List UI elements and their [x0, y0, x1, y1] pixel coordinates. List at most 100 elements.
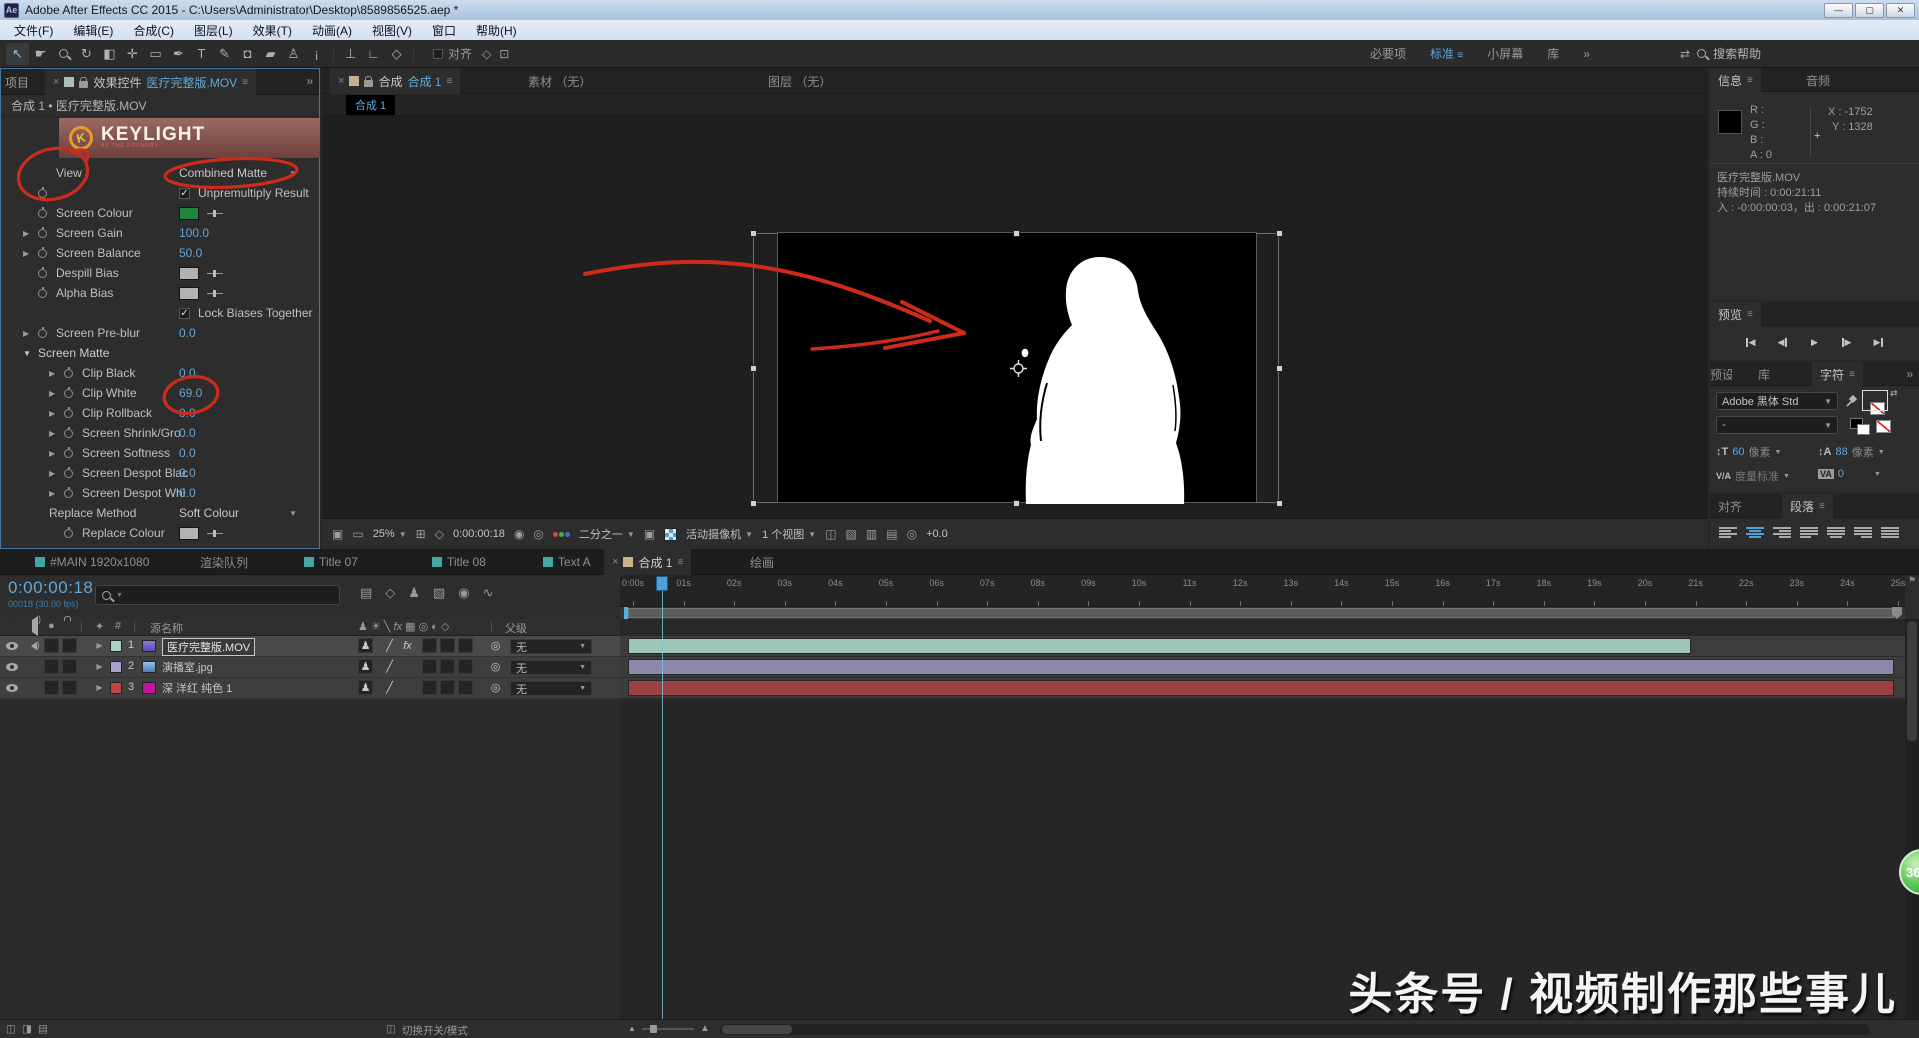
stopwatch-icon[interactable]	[38, 189, 56, 198]
expander-icon[interactable]: ▶	[49, 429, 64, 438]
last-frame-button[interactable]: ▶	[1867, 334, 1891, 350]
layer-fx-toggle[interactable]	[400, 680, 415, 695]
property-dropdown[interactable]: Combined Matte▼	[179, 166, 297, 180]
layer-shy-toggle[interactable]: ♟	[358, 659, 373, 674]
next-frame-button[interactable]: ▶	[1835, 334, 1859, 350]
roi-icon[interactable]: ▣	[644, 527, 655, 541]
source-name-column[interactable]: 源名称	[150, 620, 183, 636]
parent-select[interactable]: 无▼	[510, 660, 592, 675]
tab-overflow-icon[interactable]: »	[1906, 367, 1913, 381]
tab-align[interactable]: 对齐	[1710, 494, 1750, 518]
parent-pickwhip-icon[interactable]: ◎	[488, 638, 503, 653]
search-help-label[interactable]: 搜索帮助	[1713, 45, 1761, 62]
effect-row[interactable]: Replace MethodSoft Colour▼	[1, 503, 319, 523]
effect-row[interactable]: Alpha Bias	[1, 283, 319, 303]
viewer-zoom-select[interactable]: 25%▼	[373, 528, 407, 540]
effect-row[interactable]: Replace Colour	[1, 523, 319, 543]
parent-pickwhip-icon[interactable]: ◎	[488, 680, 503, 695]
workspace-必要项[interactable]: 必要项	[1360, 45, 1416, 62]
layer-solo-toggle[interactable]	[44, 638, 59, 653]
property-value[interactable]: 50.0	[179, 246, 202, 260]
timeline-zoom-slider[interactable]	[642, 1028, 694, 1030]
property-value[interactable]: 0.0	[179, 486, 196, 500]
puppet-pin-tool[interactable]: ¡	[305, 43, 328, 65]
layer-label-color[interactable]	[110, 661, 122, 673]
layer-name[interactable]: 医疗完整版.MOV	[162, 638, 255, 656]
camera-select[interactable]: 活动摄像机▼	[686, 526, 753, 542]
timeline-tab-3[interactable]: Title 08	[424, 549, 494, 575]
effect-row[interactable]: Despill Bias	[1, 263, 319, 283]
sync-settings-icon[interactable]: ⇄	[1680, 47, 1690, 61]
color-swatch[interactable]	[179, 207, 199, 220]
expander-icon[interactable]: ▶	[49, 369, 64, 378]
layer-audio-toggle[interactable]	[24, 659, 39, 674]
close-tab-icon[interactable]: ×	[338, 75, 344, 87]
property-checkbox[interactable]: ✓	[179, 188, 190, 199]
snap-label[interactable]: 对齐	[448, 45, 472, 62]
effect-row[interactable]: ✓Lock Biases Together	[1, 303, 319, 323]
tab-info[interactable]: 信息≡	[1710, 68, 1761, 92]
layer-duration-bar[interactable]	[628, 659, 1894, 675]
layer-track[interactable]	[620, 636, 1905, 657]
tab-layer[interactable]: 图层 （无）	[760, 68, 839, 94]
frame-blend-icon[interactable]: ▧	[433, 585, 445, 601]
property-checkbox[interactable]: ✓	[179, 308, 190, 319]
effect-row[interactable]: ▶Clip Black0.0	[1, 363, 319, 383]
leading-control[interactable]: ↕A 88 像素 ▼	[1818, 444, 1885, 460]
effect-row[interactable]: ▶Screen Despot Blac0.0	[1, 463, 319, 483]
panel-menu-icon[interactable]: ≡	[1747, 75, 1753, 86]
timeline-tab-0[interactable]: #MAIN 1920x1080	[27, 549, 157, 575]
menu-item-3[interactable]: 图层(L)	[184, 22, 243, 39]
view-axis-icon[interactable]: ◇	[385, 43, 408, 65]
stopwatch-icon[interactable]	[64, 489, 82, 498]
expander-icon[interactable]: ▶	[23, 229, 38, 238]
composition-canvas[interactable]	[322, 116, 1708, 518]
stopwatch-icon[interactable]	[38, 289, 56, 298]
type-tool[interactable]: T	[190, 43, 213, 65]
transparency-grid-icon[interactable]	[664, 528, 677, 541]
comp-breadcrumb-chip[interactable]: 合成 1	[346, 95, 395, 115]
layer-expander-icon[interactable]: ▶	[92, 680, 107, 695]
parent-select[interactable]: 无▼	[510, 681, 592, 696]
fill-color-swatch[interactable]	[1862, 390, 1888, 411]
parent-pickwhip-icon[interactable]: ◎	[488, 659, 503, 674]
stats-icon[interactable]: ▥	[866, 527, 877, 541]
tab-composition[interactable]: × 合成 合成 1 ≡	[330, 68, 460, 94]
comp-flowchart-icon[interactable]: ▤	[360, 585, 372, 601]
group-expander-icon[interactable]: ▼	[23, 349, 38, 358]
layer-lock-toggle[interactable]	[62, 638, 77, 653]
layer-row-2[interactable]: ▶ 2 演播室.jpg ♟ ╱ ◎ 无▼	[0, 657, 620, 678]
color-slider-icon[interactable]	[207, 529, 223, 538]
selection-handle[interactable]	[750, 365, 757, 372]
selection-handle[interactable]	[1013, 230, 1020, 237]
stopwatch-icon[interactable]	[64, 449, 82, 458]
tab-project[interactable]: 项目	[1, 69, 39, 95]
current-timecode[interactable]: 0:00:00:18	[8, 578, 93, 598]
workspace-标准[interactable]: 标准 ≡	[1420, 45, 1473, 62]
property-value[interactable]: 0.0	[179, 366, 196, 380]
tab-effect-controls[interactable]: × 效果控件 医疗完整版.MOV ≡	[45, 69, 256, 95]
parent-column[interactable]: 父级	[505, 620, 527, 636]
stopwatch-icon[interactable]	[38, 249, 56, 258]
layer-audio-toggle[interactable]	[24, 638, 39, 653]
timeline-vertical-scrollbar[interactable]	[1905, 619, 1919, 1019]
selection-handle[interactable]	[1276, 500, 1283, 507]
layer-row-3[interactable]: ▶ 3 深 洋红 纯色 1 ♟ ╱ ◎ 无▼	[0, 678, 620, 699]
snap-checkbox[interactable]	[433, 49, 443, 59]
effect-row[interactable]: ▶Screen Balance50.0	[1, 243, 319, 263]
selection-handle[interactable]	[1276, 230, 1283, 237]
font-family-select[interactable]: Adobe 黑体 Std▼	[1716, 392, 1838, 410]
font-size-control[interactable]: ↕T 60 像素 ▼	[1716, 444, 1781, 460]
stopwatch-icon[interactable]	[64, 369, 82, 378]
parent-select[interactable]: 无▼	[510, 639, 592, 654]
color-slider-icon[interactable]	[207, 209, 223, 218]
view-layout-select[interactable]: 1 个视图▼	[762, 526, 816, 542]
expander-icon[interactable]: ▶	[49, 409, 64, 418]
effect-row[interactable]: ▶Screen Pre-blur0.0	[1, 323, 319, 343]
font-style-select[interactable]: -▼	[1716, 416, 1838, 434]
timeline-tab-4[interactable]: Text A	[535, 549, 599, 575]
expander-icon[interactable]: ▶	[49, 389, 64, 398]
expander-icon[interactable]: ▶	[49, 489, 64, 498]
stopwatch-icon[interactable]	[38, 329, 56, 338]
layer-quality-toggle[interactable]: ╱	[382, 680, 397, 695]
